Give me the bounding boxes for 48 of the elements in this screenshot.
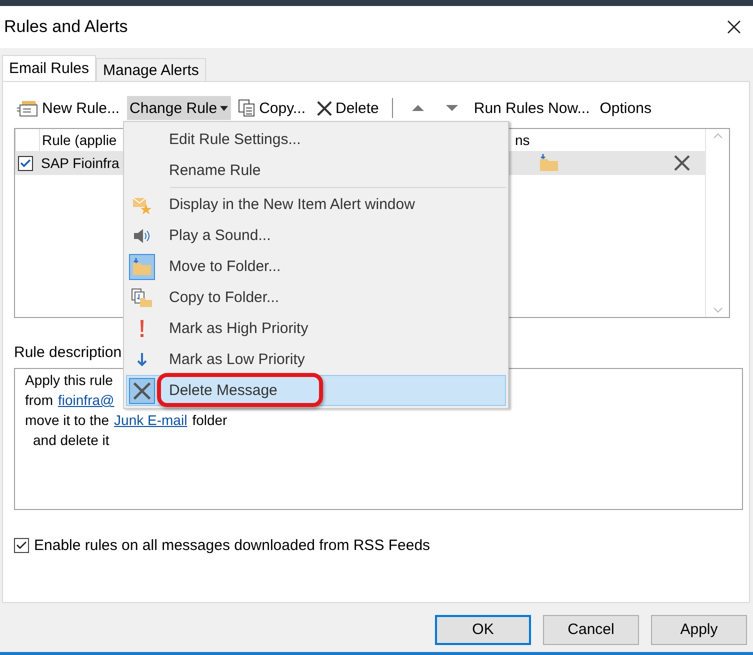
copy-folder-icon: [131, 288, 153, 308]
column-header[interactable]: ns: [513, 129, 705, 151]
folder-icon: [539, 154, 559, 172]
folder-icon: [132, 258, 152, 276]
exclamation-icon: [139, 320, 145, 338]
checkbox-label: Enable rules on all messages downloaded from RSS Feeds: [34, 537, 430, 554]
dialog-button[interactable]: OK: [435, 615, 531, 645]
description-text: and delete it: [33, 432, 110, 448]
section-label: Rule description: [14, 344, 122, 361]
new-mail-icon: [17, 99, 39, 117]
down-arrow-icon: [137, 352, 147, 366]
toolbar-button[interactable]: New Rule...: [14, 96, 123, 120]
menu-item[interactable]: Mark as High Priority: [126, 313, 506, 344]
delete-icon: [316, 100, 332, 116]
toolbar-button[interactable]: Delete: [312, 96, 382, 120]
caret-icon: [220, 106, 228, 110]
toolbar-button[interactable]: Copy...: [235, 96, 308, 120]
dialog-button[interactable]: Cancel: [543, 615, 639, 645]
toolbar-button[interactable]: Options: [596, 96, 654, 120]
link[interactable]: fioinfra@: [58, 392, 114, 408]
envelope-star-icon: [132, 194, 152, 214]
menu-item[interactable]: Move to Folder...: [126, 251, 506, 282]
menu-item[interactable]: Play a Sound...: [126, 220, 506, 251]
menu-item[interactable]: Mark as Low Priority: [126, 344, 506, 375]
description-text: from: [25, 392, 53, 408]
delete-icon: [132, 380, 152, 400]
link[interactable]: Junk E-mail: [114, 412, 188, 428]
speaker-icon: [133, 228, 151, 244]
copy-icon: [238, 99, 256, 117]
description-text: move it to the: [25, 412, 110, 428]
menu-item[interactable]: Copy to Folder...: [126, 282, 506, 313]
checkbox[interactable]: [18, 156, 33, 170]
tab[interactable]: Email Rules: [2, 55, 96, 81]
checkbox[interactable]: [14, 538, 29, 553]
menu-item[interactable]: Edit Rule Settings...: [126, 124, 506, 155]
description-text: Apply this rule: [25, 372, 113, 388]
toolbar-button[interactable]: Run Rules Now...: [470, 96, 593, 120]
menu-item[interactable]: Display in the New Item Alert window: [126, 189, 506, 220]
delete-icon: [673, 154, 691, 172]
rule-name: SAP Fioinfra: [40, 155, 120, 171]
window-title: Rules and Alerts: [4, 17, 128, 37]
menu-item[interactable]: Rename Rule: [126, 155, 506, 186]
menu-item[interactable]: Delete Message: [126, 375, 506, 406]
close-icon[interactable]: [727, 20, 741, 34]
toolbar-button[interactable]: Change Rule: [126, 96, 232, 120]
dialog-button[interactable]: Apply: [651, 615, 747, 645]
tab[interactable]: Manage Alerts: [96, 58, 206, 81]
description-text: folder: [192, 412, 228, 428]
